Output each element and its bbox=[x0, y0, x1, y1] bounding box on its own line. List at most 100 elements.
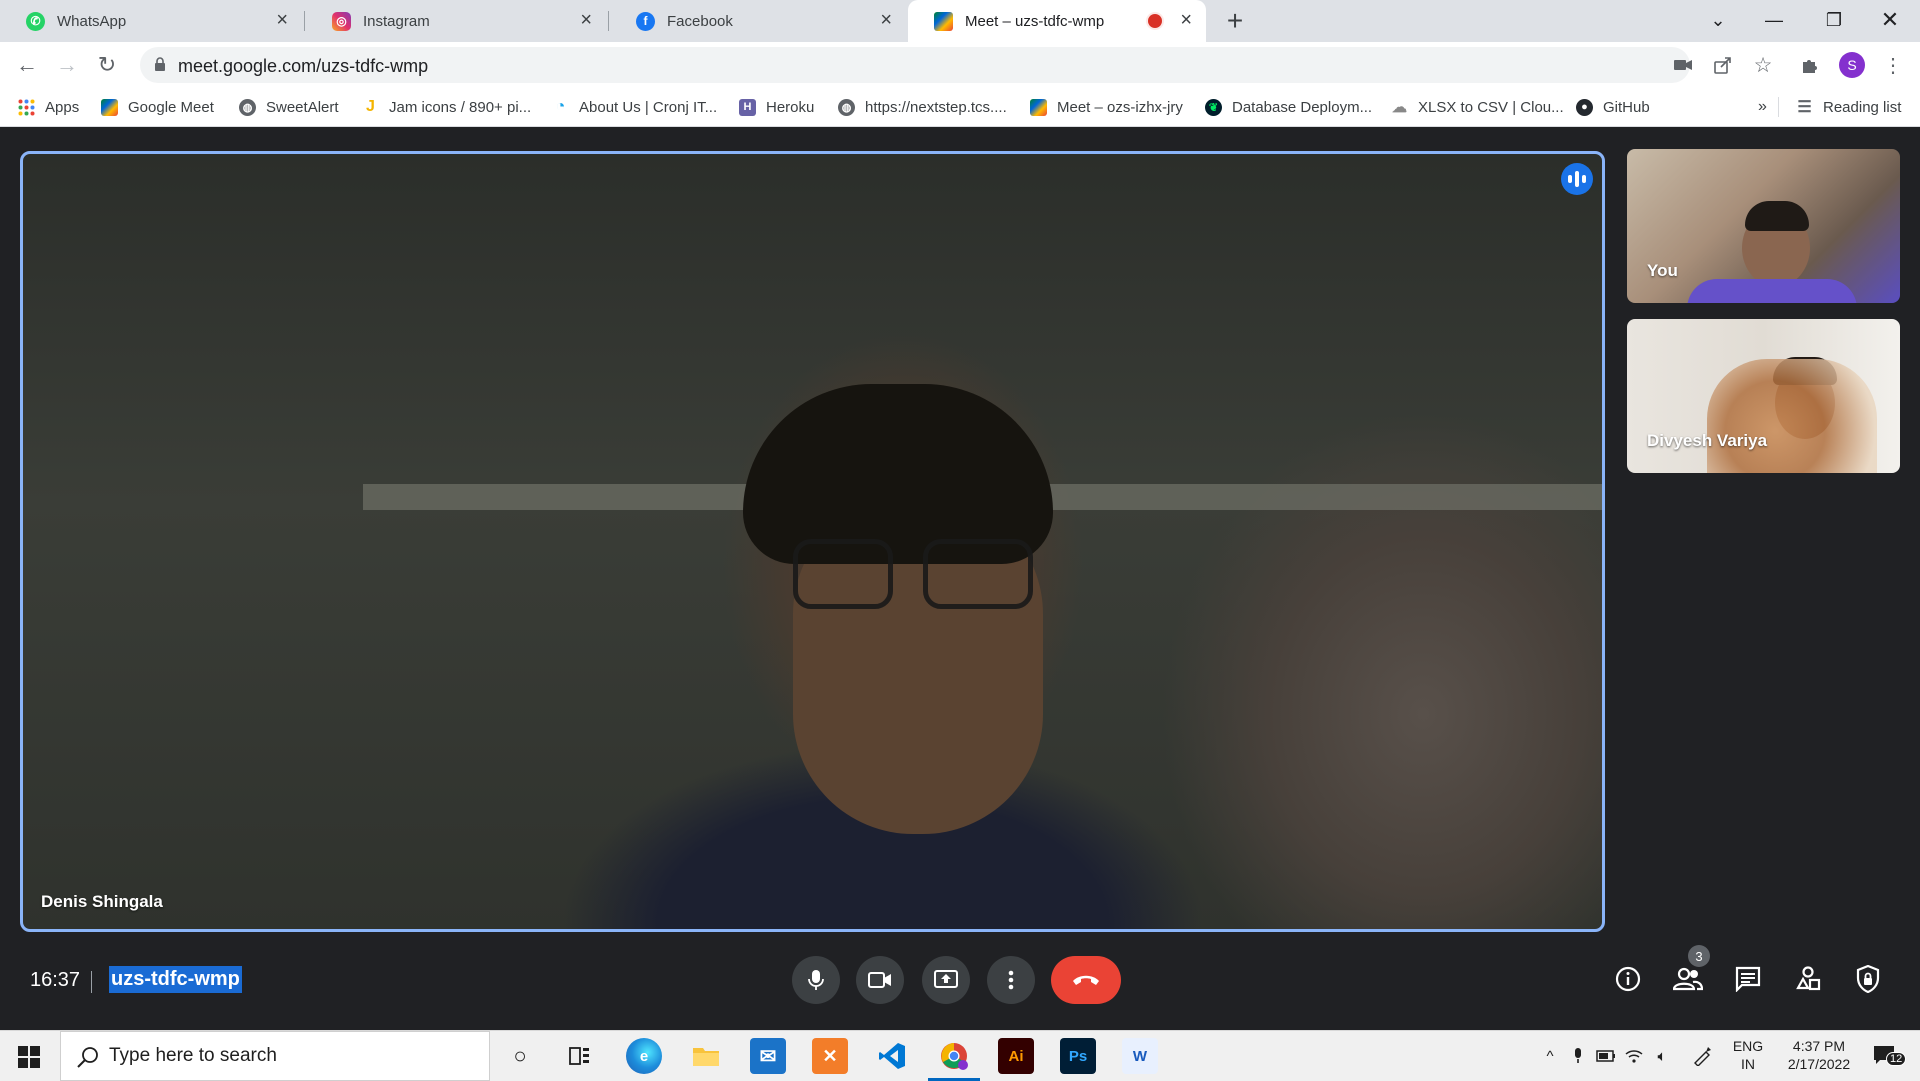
chrome-icon[interactable] bbox=[928, 1038, 980, 1081]
tab-instagram[interactable]: ◎ Instagram × bbox=[306, 0, 606, 42]
system-clock[interactable]: 4:37 PM 2/17/2022 bbox=[1774, 1037, 1864, 1073]
jam-icon: J bbox=[362, 98, 379, 116]
tab-title: Meet – uzs-tdfc-wmp bbox=[965, 12, 1105, 30]
clock-time: 4:37 PM bbox=[1792, 1038, 1846, 1054]
url-text[interactable]: meet.google.com/uzs-tdfc-wmp bbox=[178, 56, 428, 77]
task-view-icon[interactable] bbox=[562, 1038, 598, 1074]
xampp-icon[interactable]: ✕ bbox=[812, 1038, 848, 1074]
language-indicator[interactable]: ENG IN bbox=[1730, 1037, 1766, 1073]
share-icon[interactable] bbox=[1710, 52, 1736, 78]
host-controls-button[interactable] bbox=[1850, 961, 1886, 997]
lock-icon[interactable] bbox=[154, 57, 166, 71]
activities-button[interactable] bbox=[1790, 961, 1826, 997]
bookmark-label: About Us | Cronj IT... bbox=[579, 98, 718, 116]
new-tab-button[interactable]: + bbox=[1220, 6, 1250, 36]
bookmarks-overflow-button[interactable]: » bbox=[1758, 96, 1767, 118]
profile-avatar[interactable]: S bbox=[1839, 52, 1865, 78]
instagram-icon: ◎ bbox=[332, 11, 351, 31]
pen-icon[interactable] bbox=[1692, 1046, 1712, 1066]
close-window-button[interactable]: ✕ bbox=[1862, 0, 1918, 40]
bookmark-jam-icons[interactable]: J Jam icons / 890+ pi... bbox=[362, 96, 531, 118]
wifi-icon[interactable] bbox=[1624, 1046, 1644, 1066]
whatsapp-icon: ✆ bbox=[26, 11, 45, 31]
bookmark-label: XLSX to CSV | Clou... bbox=[1418, 98, 1564, 116]
meeting-code[interactable]: uzs-tdfc-wmp bbox=[109, 966, 242, 993]
tab-title: Instagram bbox=[363, 12, 430, 30]
bookmark-google-meet[interactable]: Google Meet bbox=[101, 96, 214, 118]
word-icon[interactable]: W bbox=[1122, 1038, 1158, 1074]
reading-list-button[interactable]: ☰ Reading list bbox=[1796, 96, 1901, 118]
illustrator-icon[interactable]: Ai bbox=[998, 1038, 1034, 1074]
windows-start-icon[interactable] bbox=[18, 1046, 40, 1068]
bookmarks-bar: Apps Google Meet ◍ SweetAlert J Jam icon… bbox=[0, 88, 1920, 127]
minimize-button[interactable]: — bbox=[1746, 0, 1802, 40]
battery-icon[interactable] bbox=[1596, 1046, 1616, 1066]
microphone-button[interactable] bbox=[792, 956, 840, 1004]
file-explorer-icon[interactable] bbox=[688, 1038, 724, 1074]
close-icon[interactable]: × bbox=[580, 10, 592, 30]
present-screen-button[interactable] bbox=[922, 956, 970, 1004]
tab-meet[interactable]: Meet – uzs-tdfc-wmp × bbox=[908, 0, 1206, 42]
bookmark-xlsx-csv[interactable]: ☁ XLSX to CSV | Clou... bbox=[1391, 96, 1564, 118]
more-vertical-icon[interactable]: ⋮ bbox=[1880, 52, 1906, 78]
restore-button[interactable]: ❐ bbox=[1806, 0, 1862, 40]
taskbar-search-input[interactable]: Type here to search bbox=[60, 1031, 490, 1081]
search-placeholder: Type here to search bbox=[109, 1045, 277, 1066]
back-button[interactable]: ← bbox=[12, 50, 42, 80]
bookmark-label: Database Deploym... bbox=[1232, 98, 1373, 116]
participant-hair bbox=[743, 384, 1053, 564]
reload-button[interactable]: ↻ bbox=[92, 50, 122, 80]
participant-video-tile[interactable]: Divyesh Variya bbox=[1627, 319, 1900, 473]
close-icon[interactable]: × bbox=[880, 10, 892, 30]
bookmark-cronj[interactable]: ◔ About Us | Cronj IT... bbox=[552, 96, 717, 118]
bookmark-sweetalert[interactable]: ◍ SweetAlert bbox=[239, 96, 339, 118]
bookmark-label: https://nextstep.tcs.... bbox=[865, 98, 1007, 116]
volume-icon[interactable]: 🔈︎ bbox=[1652, 1046, 1672, 1066]
close-icon[interactable]: × bbox=[276, 10, 288, 30]
divider bbox=[91, 971, 92, 993]
bookmark-heroku[interactable]: H Heroku bbox=[739, 96, 814, 118]
bookmark-meet-ozs[interactable]: Meet – ozs-izhx-jry bbox=[1030, 96, 1183, 118]
photoshop-icon[interactable]: Ps bbox=[1060, 1038, 1096, 1074]
extensions-puzzle-icon[interactable] bbox=[1797, 52, 1823, 78]
meeting-details-button[interactable] bbox=[1610, 961, 1646, 997]
hang-up-icon bbox=[1073, 975, 1099, 985]
clock-date: 2/17/2022 bbox=[1787, 1056, 1851, 1072]
windows-taskbar: Type here to search ○ e ✉ ✕ Ai Ps W ^ 🔈︎… bbox=[0, 1030, 1920, 1081]
forward-button[interactable]: → bbox=[52, 50, 82, 80]
leave-call-button[interactable] bbox=[1051, 956, 1121, 1004]
microphone-icon bbox=[808, 970, 824, 990]
google-meet-icon bbox=[1030, 98, 1047, 116]
vscode-icon[interactable] bbox=[874, 1038, 910, 1074]
bookmark-star-icon[interactable]: ☆ bbox=[1750, 52, 1776, 78]
tab-whatsapp[interactable]: ✆ WhatsApp × bbox=[0, 0, 302, 42]
camera-icon bbox=[868, 972, 891, 988]
cortana-icon[interactable]: ○ bbox=[502, 1038, 538, 1074]
tab-search-chevron-icon[interactable]: ⌄ bbox=[1690, 0, 1746, 40]
edge-browser-icon[interactable]: e bbox=[626, 1038, 662, 1074]
mail-icon[interactable]: ✉ bbox=[750, 1038, 786, 1074]
notification-count-badge: 12 bbox=[1886, 1052, 1907, 1066]
chat-icon bbox=[1735, 966, 1761, 992]
camera-button[interactable] bbox=[856, 956, 904, 1004]
bookmark-database[interactable]: ❦ Database Deploym... bbox=[1205, 96, 1372, 118]
tab-facebook[interactable]: f Facebook × bbox=[610, 0, 906, 42]
more-vertical-icon bbox=[1008, 970, 1014, 990]
camera-in-use-icon[interactable] bbox=[1670, 52, 1696, 78]
more-options-button[interactable] bbox=[987, 956, 1035, 1004]
microphone-in-use-icon[interactable] bbox=[1568, 1046, 1588, 1066]
meet-stage: Denis Shingala You Divyesh Variya bbox=[0, 127, 1920, 1030]
address-bar[interactable]: meet.google.com/uzs-tdfc-wmp ☆ bbox=[140, 47, 1772, 83]
chat-button[interactable] bbox=[1730, 961, 1766, 997]
bookmark-apps[interactable]: Apps bbox=[18, 96, 79, 118]
divider bbox=[1778, 97, 1779, 117]
bookmark-nextstep[interactable]: ◍ https://nextstep.tcs.... bbox=[838, 96, 1007, 118]
main-video-tile[interactable]: Denis Shingala bbox=[20, 151, 1605, 932]
self-video-tile[interactable]: You bbox=[1627, 149, 1900, 303]
notifications-icon[interactable]: 12 bbox=[1872, 1046, 1907, 1066]
bookmark-label: GitHub bbox=[1603, 98, 1650, 116]
close-icon[interactable]: × bbox=[1180, 10, 1192, 30]
globe-icon: ◍ bbox=[838, 98, 855, 116]
chevron-up-icon[interactable]: ^ bbox=[1540, 1046, 1560, 1066]
bookmark-github[interactable]: ● GitHub bbox=[1576, 96, 1650, 118]
